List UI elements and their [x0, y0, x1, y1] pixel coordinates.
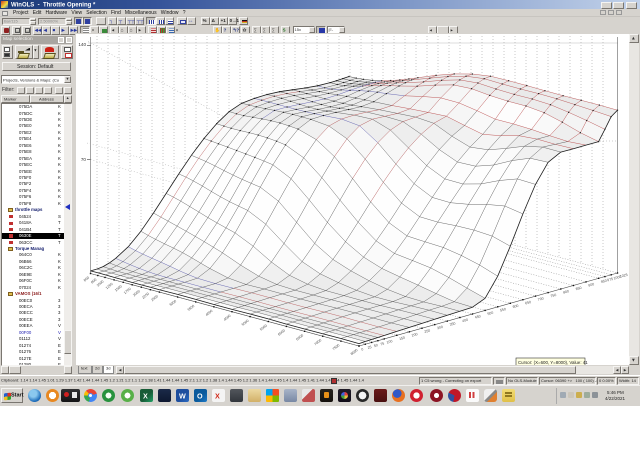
svg-text:0: 0 — [361, 347, 364, 351]
svg-text:50: 50 — [373, 343, 378, 348]
svg-text:1500: 1500 — [114, 284, 123, 292]
svg-text:2000: 2000 — [132, 289, 141, 297]
svg-text:750: 750 — [550, 293, 557, 298]
svg-text:500: 500 — [487, 311, 494, 316]
svg-text:3500: 3500 — [187, 304, 196, 312]
svg-text:550: 550 — [500, 307, 507, 312]
svg-text:650: 650 — [525, 300, 532, 305]
svg-text:4500: 4500 — [223, 314, 232, 322]
svg-text:5000: 5000 — [241, 319, 250, 327]
svg-text:7000: 7000 — [314, 338, 323, 346]
svg-text:850: 850 — [575, 286, 582, 291]
svg-text:600: 600 — [512, 304, 519, 309]
svg-text:140: 140 — [78, 42, 86, 47]
svg-text:75: 75 — [380, 342, 385, 347]
svg-text:350: 350 — [449, 321, 456, 326]
svg-text:5500: 5500 — [259, 324, 268, 332]
svg-text:450: 450 — [474, 314, 481, 319]
svg-text:8000: 8000 — [350, 348, 359, 356]
svg-text:400: 400 — [462, 318, 469, 323]
svg-text:900: 900 — [588, 282, 595, 287]
svg-text:300: 300 — [437, 325, 444, 330]
svg-text:100: 100 — [386, 339, 393, 344]
svg-text:1025: 1025 — [619, 273, 628, 279]
svg-text:800: 800 — [563, 289, 570, 294]
svg-text:600: 600 — [83, 276, 90, 283]
svg-text:6000: 6000 — [277, 329, 286, 337]
svg-text:7500: 7500 — [332, 343, 341, 351]
svg-text:250: 250 — [424, 329, 431, 334]
svg-text:25: 25 — [367, 345, 372, 350]
svg-text:2500: 2500 — [150, 294, 159, 302]
svg-text:700: 700 — [537, 296, 544, 301]
svg-text:200: 200 — [411, 332, 418, 337]
svg-text:3000: 3000 — [168, 299, 177, 307]
svg-text:Cursor: (X=600, Y=8000), Value: Cursor: (X=600, Y=8000), Value: 41 — [518, 360, 588, 365]
svg-text:70: 70 — [81, 157, 87, 162]
svg-text:6500: 6500 — [295, 333, 304, 341]
svg-text:150: 150 — [399, 336, 406, 341]
svg-text:1250: 1250 — [105, 282, 114, 290]
svg-text:4000: 4000 — [205, 309, 214, 317]
svg-text:2250: 2250 — [141, 292, 150, 300]
svg-text:1750: 1750 — [123, 287, 132, 295]
